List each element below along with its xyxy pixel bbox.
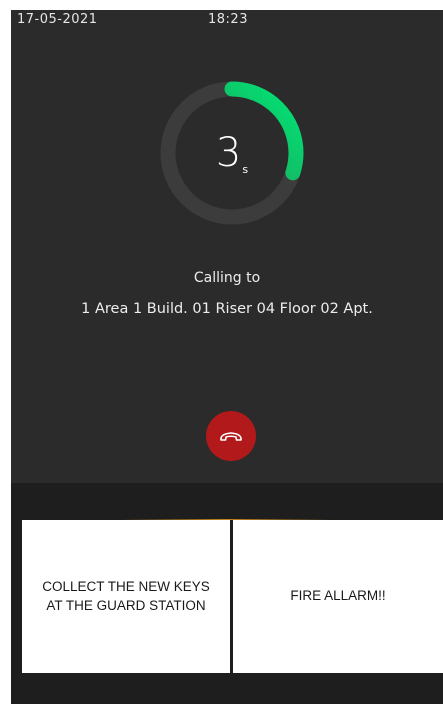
countdown-value: 3: [215, 130, 242, 176]
message-text: FIRE ALLARM!!: [290, 588, 386, 604]
status-date: 17-05-2021: [17, 12, 98, 27]
callee-address: 1 Area 1 Build. 01 Riser 04 Floor 02 Apt…: [81, 301, 373, 317]
message-card[interactable]: FIRE ALLARM!!: [233, 520, 443, 673]
message-card[interactable]: COLLECT THE NEW KEYS AT THE GUARD STATIO…: [22, 520, 230, 673]
status-time: 18:23: [208, 12, 248, 27]
phone-hangup-icon: [220, 432, 242, 441]
countdown-unit: s: [242, 163, 249, 176]
message-text: COLLECT THE NEW KEYS AT THE GUARD STATIO…: [42, 579, 210, 613]
countdown: 3 s: [155, 76, 309, 230]
hangup-button[interactable]: [206, 411, 256, 461]
message-panel: COLLECT THE NEW KEYS AT THE GUARD STATIO…: [11, 483, 443, 704]
calling-label: Calling to: [193, 270, 261, 286]
call-screen: 17-05-2021 18:23 3 s Calling to 1 Area 1…: [11, 10, 443, 704]
